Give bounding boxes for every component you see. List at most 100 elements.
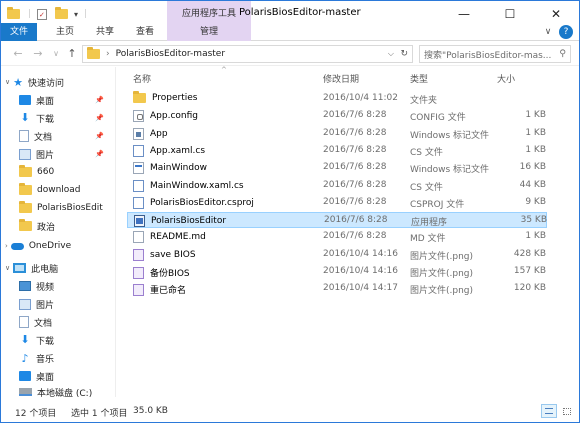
app-file-icon (133, 127, 144, 140)
refresh-icon[interactable]: ↻ (400, 49, 408, 59)
nav-item-pc-pictures[interactable]: 图片 (19, 295, 132, 313)
folder-icon (19, 183, 32, 195)
address-bar[interactable]: › PolarisBiosEditor-master ⌵ ↻ (82, 45, 413, 63)
search-box[interactable]: 搜索"PolarisBiosEditor-mas... ⚲ (419, 45, 571, 63)
nav-item-polaris[interactable]: PolarisBiosEdit (19, 199, 115, 217)
nav-item-pc-documents[interactable]: 文档 (19, 313, 132, 331)
file-type: 应用程序 (411, 218, 448, 229)
column-size[interactable]: 大小 (497, 72, 515, 85)
status-size: 35.0 KB (133, 406, 168, 416)
file-type: MD 文件 (410, 234, 446, 245)
file-row[interactable]: PolarisBiosEditor 2016/7/6 8:28 应用程序 35 KB (127, 212, 547, 229)
large-icons-view-icon (563, 408, 571, 415)
nav-item-downloads[interactable]: ⬇ 下载 📌 (19, 109, 132, 127)
back-button[interactable]: ← (11, 47, 25, 61)
pin-icon[interactable]: 📌 (95, 114, 104, 122)
file-row[interactable]: PolarisBiosEditor.csproj 2016/7/6 8:28 CSP… (127, 195, 547, 211)
pin-icon[interactable]: 📌 (95, 150, 104, 158)
tab-file[interactable]: 文件 (1, 23, 37, 41)
tab-view[interactable]: 查看 (129, 23, 161, 41)
file-name: 重已命名 (150, 286, 187, 297)
file-row[interactable]: 备份BIOS 2016/10/4 14:16 图片文件(.png) 157 KB (127, 264, 547, 280)
breadcrumb[interactable]: PolarisBiosEditor-master (116, 49, 225, 59)
nav-item-politics[interactable]: 政治 (19, 217, 132, 235)
file-row[interactable]: MainWindow.xaml.cs 2016/7/6 8:28 CS 文件 44 K… (127, 178, 547, 194)
nav-item-pictures[interactable]: 图片 📌 (19, 145, 132, 163)
nav-label: 660 (37, 167, 55, 177)
file-row[interactable]: MainWindow 2016/7/6 8:28 Windows 标记文件 16 KB (127, 160, 547, 176)
folder-icon (87, 47, 100, 59)
file-row[interactable]: Properties 2016/10/4 11:02 文件夹 (127, 91, 547, 107)
expand-arrow-icon[interactable]: ∨ (5, 78, 10, 86)
up-button[interactable]: ↑ (65, 47, 79, 61)
file-name-cell: Properties (133, 91, 197, 103)
nav-label: 下载 (36, 114, 55, 125)
vertical-scrollbar[interactable] (573, 67, 579, 397)
tab-share[interactable]: 共享 (89, 23, 121, 41)
expand-arrow-icon[interactable]: › (5, 242, 8, 250)
large-icons-view-button[interactable] (559, 404, 575, 418)
search-input[interactable]: 搜索"PolarisBiosEditor-mas... (424, 48, 551, 61)
recent-locations-icon[interactable]: ∨ (49, 47, 63, 61)
file-date: 2016/10/4 14:16 (323, 248, 398, 259)
file-name-cell: README.md (133, 231, 206, 244)
help-icon[interactable]: ? (559, 25, 573, 39)
picture-icon (19, 298, 31, 310)
document-icon (19, 316, 29, 328)
address-dropdown-icon[interactable]: ⌵ (388, 49, 394, 59)
customize-dropdown-icon[interactable]: ▾ (74, 10, 78, 19)
nav-item-local-disk[interactable]: 本地磁盘 (C:) (19, 383, 132, 401)
nav-label: 桌面 (36, 372, 55, 383)
txt-file-icon (133, 231, 144, 244)
file-row[interactable]: App.config 2016/7/6 8:28 CONFIG 文件 1 KB (127, 108, 547, 124)
column-type[interactable]: 类型 (410, 72, 428, 85)
file-row[interactable]: save BIOS 2016/10/4 14:16 图片文件(.png) 428 KB (127, 247, 547, 263)
nav-item-pc-downloads[interactable]: ⬇ 下载 (19, 331, 132, 349)
column-date[interactable]: 修改日期 (323, 72, 359, 85)
nav-item-desktop[interactable]: 桌面 📌 (19, 91, 132, 109)
png-file-icon (133, 283, 144, 296)
expand-arrow-icon[interactable]: ∨ (5, 264, 10, 272)
nav-onedrive[interactable]: › OneDrive (5, 237, 118, 255)
nav-label: 下载 (36, 336, 55, 347)
new-folder-icon[interactable] (55, 7, 69, 19)
ribbon-expand-icon[interactable]: ∨ (541, 23, 555, 41)
file-name: PolarisBiosEditor (151, 216, 227, 227)
nav-item-videos[interactable]: 视频 (19, 277, 132, 295)
search-icon[interactable]: ⚲ (559, 49, 566, 59)
file-name: 备份BIOS (150, 269, 190, 279)
file-row[interactable]: README.md 2016/7/6 8:28 MD 文件 1 KB (127, 229, 547, 245)
nav-quick-access[interactable]: ∨ ★ 快速访问 (5, 73, 118, 91)
forward-button[interactable]: → (31, 47, 45, 61)
properties-icon[interactable]: ✓ (37, 8, 48, 20)
file-row[interactable]: 重已命名 2016/10/4 14:17 图片文件(.png) 120 KB (127, 281, 547, 297)
nav-item-documents[interactable]: 文档 📌 (19, 127, 132, 145)
details-view-button[interactable] (541, 404, 557, 418)
nav-label: 此电脑 (31, 264, 59, 275)
column-name[interactable]: 名称 (133, 72, 151, 85)
folder-icon (19, 219, 32, 231)
file-type: CS 文件 (410, 182, 443, 193)
file-row[interactable]: App 2016/7/6 8:28 Windows 标记文件 1 KB (127, 126, 547, 142)
file-name: PolarisBiosEditor.csproj (150, 197, 254, 208)
pin-icon[interactable]: 📌 (95, 132, 104, 140)
file-name-cell: App.config (133, 110, 198, 123)
exe-file-icon (134, 215, 145, 228)
file-date: 2016/7/6 8:28 (323, 179, 387, 190)
file-name-cell: App.xaml.cs (133, 144, 205, 157)
file-row[interactable]: App.xaml.cs 2016/7/6 8:28 CS 文件 1 KB (127, 143, 547, 159)
nav-item-660[interactable]: 660 (19, 163, 132, 181)
nav-label: download (37, 185, 81, 195)
pin-icon[interactable]: 📌 (95, 96, 104, 104)
tab-home[interactable]: 主页 (49, 23, 81, 41)
file-size: 157 KB (513, 266, 546, 276)
nav-item-download-folder[interactable]: download (19, 181, 132, 199)
column-headers: ^ 名称 修改日期 类型 大小 (117, 66, 579, 87)
nav-this-pc[interactable]: ∨ 此电脑 (5, 259, 118, 277)
tab-manage[interactable]: 管理 (167, 23, 251, 41)
picture-icon (19, 148, 31, 160)
file-size: 9 KB (525, 196, 546, 207)
file-type: 图片文件(.png) (410, 269, 474, 279)
nav-item-music[interactable]: ♪ 音乐 (19, 349, 132, 367)
details-view-icon (545, 408, 553, 414)
